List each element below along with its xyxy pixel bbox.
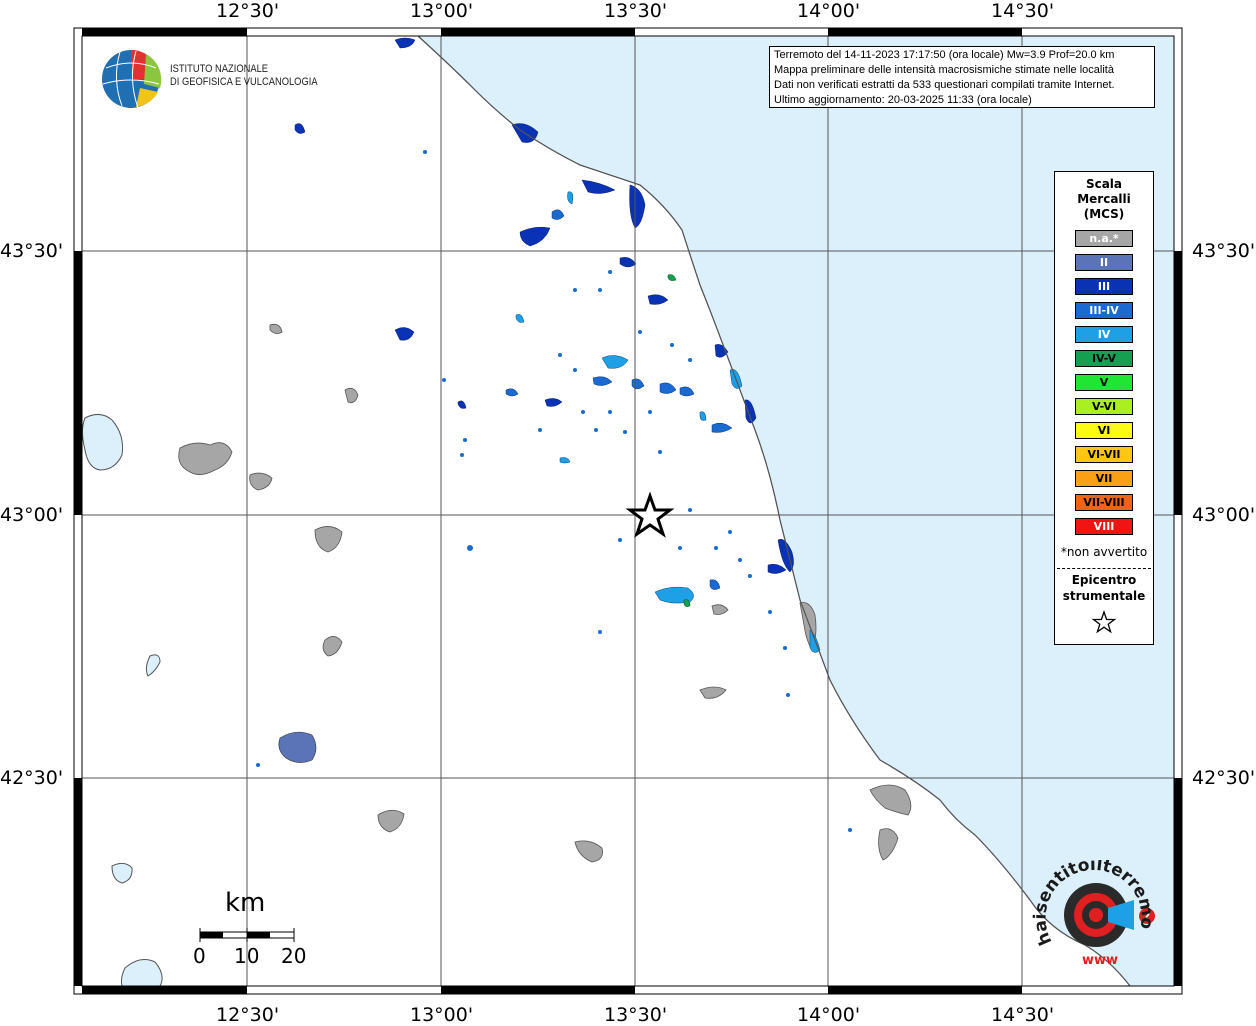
lat-label-right-3: 42°30' [1192, 767, 1256, 789]
lake-small-1 [111, 862, 133, 884]
event-info-line1: Terremoto del 14-11-2023 17:17:50 (ora l… [774, 49, 1115, 61]
legend-epicenter-line2: strumentale [1062, 589, 1146, 603]
lake-small-2 [145, 654, 161, 677]
lat-label-right-1: 43°30' [1192, 240, 1256, 262]
ingv-name-line1: ISTITUTO NAZIONALE [170, 63, 269, 75]
lat-label-left-1: 43°30' [0, 240, 64, 262]
lon-label-bottom-1: 12°30' [216, 1004, 280, 1026]
lat-label-left-3: 42°30' [0, 767, 64, 789]
event-info-box: Terremoto del 14-11-2023 17:17:50 (ora l… [769, 46, 1155, 108]
legend-swatch-0: n.a.* [1075, 230, 1133, 247]
lake-trasimeno [82, 414, 123, 471]
legend-title-line2: Mercalli [1077, 192, 1131, 206]
ingv-logo: ISTITUTO NAZIONALE DI GEOFISICA E VULCAN… [100, 48, 320, 110]
scale-label-0: 0 [193, 944, 206, 968]
scale-bar [199, 928, 295, 942]
lon-label-top-3: 13°30' [604, 0, 668, 22]
ingv-name-line2: DI GEOFISICA E VULCANOLOGIA [170, 76, 318, 88]
lat-label-right-2: 43°00' [1192, 504, 1256, 526]
lon-label-bottom-5: 14°30' [991, 1004, 1055, 1026]
lon-label-top-1: 12°30' [216, 0, 280, 22]
haisentito-badge: ? haisentitoilterremoto.it www [1030, 860, 1157, 968]
event-info-line2: Mappa preliminare delle intensità macros… [774, 64, 1114, 76]
legend-epicenter-label: Epicentro strumentale [1055, 572, 1153, 604]
legend-epicenter-line1: Epicentro [1071, 573, 1137, 587]
legend-swatch-12: VIII [1075, 518, 1133, 535]
legend-star-icon [1091, 610, 1117, 634]
scale-label-10: 10 [234, 944, 260, 968]
legend-note: *non avvertito [1060, 545, 1148, 559]
legend-title: Scala Mercalli (MCS) [1055, 177, 1153, 222]
lon-label-top-5: 14°30' [991, 0, 1055, 22]
legend-swatch-4: IV [1075, 326, 1133, 343]
legend-swatch-2: III [1075, 278, 1133, 295]
legend-divider [1057, 568, 1151, 569]
legend-swatch-7: V-VI [1075, 398, 1133, 415]
legend-swatch-3: III-IV [1075, 302, 1133, 319]
legend-swatch-8: VI [1075, 422, 1133, 439]
legend-swatch-1: II [1075, 254, 1133, 271]
legend-title-line1: Scala [1085, 177, 1123, 191]
lon-label-top-4: 14°00' [797, 0, 861, 22]
lon-label-bottom-2: 13°00' [410, 1004, 474, 1026]
haisentito-www: www [1082, 953, 1118, 968]
localities-intensity-iv-v [667, 274, 691, 607]
legend-swatch-5: IV-V [1075, 350, 1133, 367]
lon-label-bottom-3: 13°30' [604, 1004, 668, 1026]
lon-label-bottom-4: 14°00' [797, 1004, 861, 1026]
legend-swatch-6: V [1075, 374, 1133, 391]
epicenter-star-icon [625, 491, 675, 538]
lat-label-left-2: 43°00' [0, 504, 64, 526]
legend-title-line3: (MCS) [1083, 207, 1125, 221]
event-info-line4: Ultimo aggiornamento: 20-03-2025 11:33 (… [774, 94, 1032, 106]
localities-intensity-ii [278, 731, 317, 763]
scale-label-20: 20 [281, 944, 307, 968]
event-info-line3: Dati non verificati estratti da 533 ques… [774, 79, 1115, 91]
scale-unit: km [225, 888, 266, 918]
lon-label-top-2: 13°00' [410, 0, 474, 22]
legend-swatch-9: VI-VII [1075, 446, 1133, 463]
ingv-globe-icon [102, 50, 162, 109]
mcs-legend: Scala Mercalli (MCS) n.a.* II III III-IV IV I… [1054, 171, 1154, 645]
lake-bolsena [120, 959, 163, 987]
legend-swatch-11: VII-VIII [1075, 494, 1133, 511]
legend-swatch-10: VII [1075, 470, 1133, 487]
